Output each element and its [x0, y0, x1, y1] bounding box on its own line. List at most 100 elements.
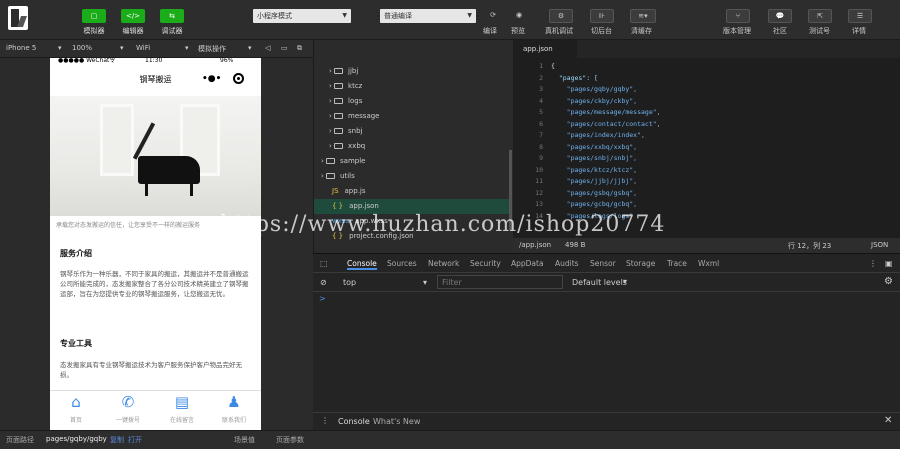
test-account-button[interactable]: ⇱	[808, 9, 832, 23]
drawer-tab-console[interactable]: Console	[338, 417, 370, 426]
line-number: 2	[539, 73, 543, 82]
page-params[interactable]: 页面参数	[276, 435, 304, 445]
sim-operation-select[interactable]: 模拟操作	[198, 44, 226, 54]
window-icon[interactable]: ▭	[281, 44, 288, 52]
settings-gear-icon[interactable]: ⚙	[884, 276, 893, 287]
preview-button[interactable]: ◉	[507, 9, 531, 23]
json-file-icon: { }	[332, 202, 344, 210]
chevron-down-icon: ▼	[342, 12, 347, 19]
volume-icon[interactable]: ◁	[265, 44, 270, 52]
compile-label: 编译	[483, 27, 497, 35]
devtools-tab-wxml[interactable]: Wxml	[698, 259, 719, 268]
clear-console-icon[interactable]: ⊘	[320, 278, 327, 287]
detail-button[interactable]: ☰	[848, 9, 872, 23]
window-decor	[100, 104, 134, 176]
devtools-tab-audits[interactable]: Audits	[555, 259, 579, 268]
devtools-tab-sources[interactable]: Sources	[387, 259, 417, 268]
tree-label: app.json	[349, 202, 379, 210]
tree-label: logs	[348, 97, 363, 105]
tab-call[interactable]: ✆ 一键拨号	[108, 393, 148, 424]
filter-input[interactable]: Filter	[437, 275, 563, 289]
filter-placeholder: Filter	[442, 278, 462, 287]
tree-file[interactable]: JS app.js	[314, 184, 509, 199]
tree-label: sample	[340, 157, 366, 165]
js-file-icon: JS	[332, 187, 339, 195]
folder-icon	[334, 83, 344, 89]
section-text: 钢琴乐作为一种乐器，不同于家具的搬运，其搬运并不是普通搬运公司所能完成的，态发搬…	[60, 270, 249, 298]
simulator-button[interactable]: ▢	[82, 9, 106, 23]
copy-icon[interactable]: ⧉	[297, 44, 302, 53]
tree-folder[interactable]: › utils	[314, 169, 509, 184]
home-icon: ⌂	[71, 393, 81, 411]
inspect-icon[interactable]: ⬚	[320, 259, 328, 268]
debugger-label: 调试器	[161, 27, 183, 35]
code-line: "pages/gqby/gqby",	[551, 85, 638, 93]
open-path-link[interactable]: 打开	[128, 435, 142, 445]
drawer-close-icon[interactable]: ✕	[884, 415, 892, 426]
tree-folder[interactable]: › sample	[314, 154, 509, 169]
line-number: 6	[539, 119, 543, 128]
tab-home[interactable]: ⌂ 首页	[56, 393, 96, 424]
mode-select-value: 小程序模式	[257, 12, 292, 20]
page-path-label: 页面路径	[6, 436, 34, 444]
devtools-tab-storage[interactable]: Storage	[626, 259, 655, 268]
page-path: pages/gqby/gqby	[46, 435, 107, 443]
scene-value[interactable]: 场景值	[234, 435, 255, 445]
remote-debug-button[interactable]: ⚙	[549, 9, 573, 23]
remote-debug-label: 真机调试	[545, 27, 573, 35]
tree-folder[interactable]: › snbj	[314, 124, 509, 139]
close-capsule-icon[interactable]	[233, 73, 244, 84]
compile-button[interactable]: ⟳	[481, 9, 505, 23]
version-label: 版本管理	[723, 27, 751, 35]
copy-path-link[interactable]: 复制	[110, 435, 124, 445]
status-battery: 96%	[220, 58, 234, 64]
tab-message[interactable]: ▤ 在线留言	[162, 393, 202, 424]
compile-select[interactable]: 普通编译 ▼	[380, 9, 476, 23]
tree-folder[interactable]: › message	[314, 109, 509, 124]
debugger-button[interactable]: ⇆	[160, 9, 184, 23]
version-button[interactable]: ⑂	[726, 9, 750, 23]
more-vert-icon[interactable]: ⋮	[869, 259, 877, 268]
devtools-tab-sensor[interactable]: Sensor	[590, 259, 616, 268]
community-button[interactable]: 💬	[768, 9, 792, 23]
menu-dots-icon[interactable]: •●•	[202, 74, 221, 84]
status-carrier: ●●●●● WeChat令	[58, 58, 116, 64]
code-editor[interactable]: app.json 1 {2 "pages": [3 "pages/gqby/gqb…	[513, 40, 900, 238]
tree-folder[interactable]: › xxbq	[314, 139, 509, 154]
folder-icon	[326, 158, 336, 164]
folder-icon	[334, 113, 344, 119]
mode-select[interactable]: 小程序模式 ▼	[253, 9, 351, 23]
line-number: 10	[535, 165, 543, 174]
network-select[interactable]: WiFi	[136, 44, 150, 52]
editor-tab-app-json[interactable]: app.json	[513, 40, 577, 58]
context-select[interactable]: top	[343, 278, 356, 287]
line-number: 3	[539, 85, 543, 93]
devtools-tab-console[interactable]: Console	[347, 259, 377, 270]
console-prompt[interactable]: >	[319, 294, 326, 303]
chevron-down-icon: ▾	[58, 44, 62, 52]
tree-folder[interactable]: › ktcz	[314, 79, 509, 94]
levels-select[interactable]: Default levels	[572, 278, 627, 287]
dock-icon[interactable]: ▣	[885, 259, 893, 268]
devtools-tab-appdata[interactable]: AppData	[511, 259, 544, 268]
clear-cache-button[interactable]: ≋▾	[630, 9, 656, 23]
detail-label: 详情	[852, 27, 866, 35]
tab-contact[interactable]: ♟ 联系我们	[214, 393, 254, 424]
editor-button[interactable]: </>	[121, 9, 145, 23]
devtools-tab-trace[interactable]: Trace	[667, 259, 687, 268]
device-select[interactable]: iPhone 5	[6, 44, 36, 52]
chevron-down-icon: ▾	[248, 44, 252, 52]
code-line: "pages/ktcz/ktcz",	[551, 165, 638, 174]
backend-button[interactable]: ⊪	[590, 9, 614, 23]
status-size: 498 B	[565, 241, 586, 249]
tree-folder[interactable]: › jjbj	[314, 64, 509, 79]
line-number: 12	[535, 188, 543, 197]
zoom-select[interactable]: 100%	[72, 44, 92, 52]
devtools-tab-network[interactable]: Network	[428, 259, 459, 268]
drawer-menu-icon[interactable]: ⋮	[321, 416, 329, 425]
devtools-tab-security[interactable]: Security	[470, 259, 501, 268]
drawer-tab-whatsnew[interactable]: What's New	[373, 417, 420, 426]
chevron-down-icon: ▾	[120, 44, 124, 52]
tree-folder[interactable]: › logs	[314, 94, 509, 109]
code-line: "pages": [	[551, 73, 598, 82]
